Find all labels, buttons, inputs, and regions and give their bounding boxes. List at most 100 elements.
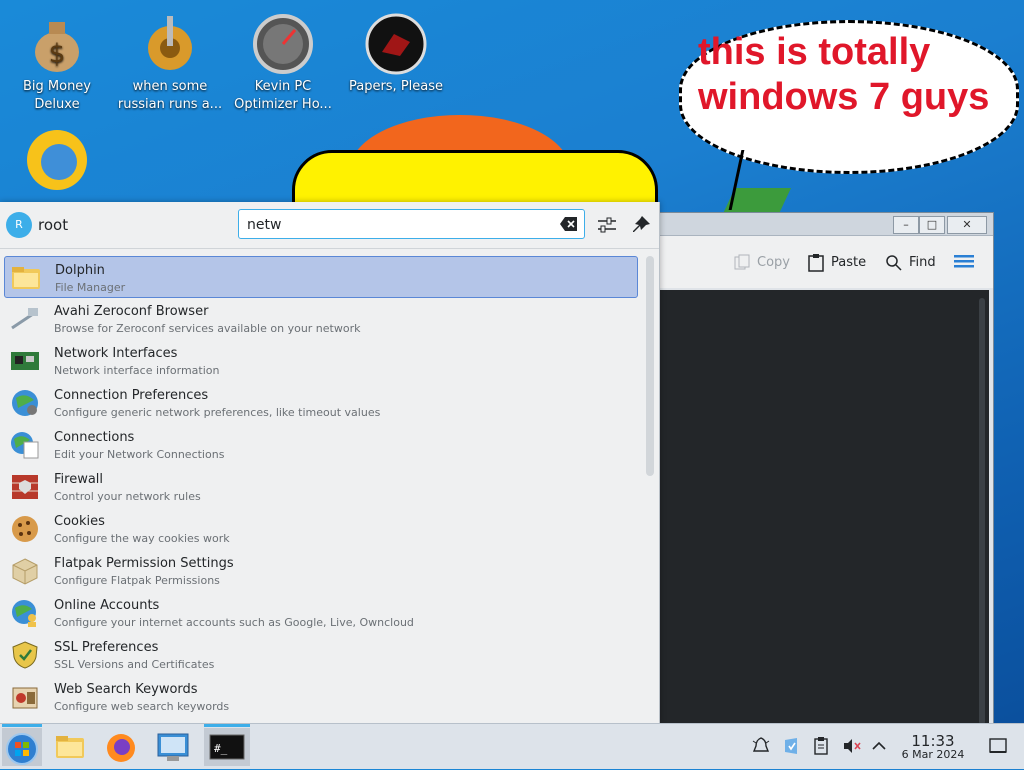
sun-globe-icon — [25, 128, 89, 192]
avatar[interactable]: R — [6, 212, 32, 238]
search-results-list: Dolphin File Manager Avahi Zeroconf Brow… — [4, 256, 638, 718]
list-item[interactable]: Avahi Zeroconf Browser Browse for Zeroco… — [4, 298, 638, 340]
pin-icon[interactable] — [630, 214, 652, 236]
result-name: Web Search Keywords — [54, 682, 198, 697]
list-item[interactable]: Connections Edit your Network Connection… — [4, 424, 638, 466]
paste-button[interactable]: Paste — [807, 252, 866, 274]
result-name: Avahi Zeroconf Browser — [54, 304, 209, 319]
search-icon — [885, 254, 903, 272]
copy-button[interactable]: Copy — [733, 252, 790, 274]
paste-label: Paste — [831, 255, 867, 270]
copy-label: Copy — [757, 255, 790, 270]
desktop-icon-russian[interactable]: when some russian runs a... — [115, 6, 225, 114]
minimize-button[interactable]: – — [893, 216, 919, 234]
desktop-icon-label: when some russian runs a... — [117, 79, 223, 112]
show-desktop-icon[interactable] — [988, 736, 1008, 756]
result-name: SSL Preferences — [54, 640, 159, 655]
list-item[interactable]: Flatpak Permission Settings Configure Fl… — [4, 550, 638, 592]
firewall-icon — [10, 472, 40, 502]
firefox-icon — [107, 734, 135, 762]
speedometer-icon — [251, 12, 315, 76]
konsole-window[interactable]: – □ ✕ Copy Paste Find — [640, 212, 994, 726]
result-description: Configure web search keywords — [54, 700, 230, 713]
copy-icon — [733, 254, 751, 272]
list-item[interactable]: Cookies Configure the way cookies work — [4, 508, 638, 550]
web-keywords-icon — [10, 682, 40, 712]
desktop-icon-label: Kevin PC Optimizer Ho... — [234, 79, 332, 112]
results-scrollbar[interactable] — [646, 256, 654, 476]
speech-bubble-text: this is totally windows 7 guys — [698, 31, 990, 118]
result-description: Edit your Network Connections — [54, 448, 225, 461]
list-item[interactable]: Network Interfaces Network interface inf… — [4, 340, 638, 382]
terminal-scrollbar[interactable] — [979, 298, 985, 725]
list-item[interactable]: Web Search Keywords Configure web search… — [4, 676, 638, 718]
folder-icon — [56, 736, 84, 758]
globe-gear-icon — [10, 388, 40, 418]
find-label: Find — [909, 255, 936, 270]
money-bag-icon: $ — [25, 12, 89, 76]
search-input[interactable] — [245, 214, 549, 236]
list-item[interactable]: Dolphin File Manager — [4, 256, 638, 298]
gear-icon — [138, 12, 202, 76]
paste-icon — [807, 253, 825, 272]
application-launcher: R root Dolphin File Manager Avahi Zeroco… — [0, 202, 660, 723]
chevron-up-icon[interactable] — [869, 736, 889, 756]
hamburger-menu-icon — [954, 255, 974, 274]
desktop-icon-label: Papers, Please — [348, 79, 444, 94]
desktop-icon-kevin-pc-optimizer[interactable]: Kevin PC Optimizer Ho... — [228, 6, 338, 114]
result-name: Connections — [54, 430, 135, 445]
globe-doc-icon — [10, 430, 40, 460]
folder-icon — [11, 263, 41, 293]
taskbar: #_ — [0, 723, 1024, 769]
konsole-toolbar: Copy Paste Find — [641, 236, 993, 288]
maximize-button[interactable]: □ — [919, 216, 945, 234]
list-item[interactable]: Connection Preferences Configure generic… — [4, 382, 638, 424]
result-description: Configure the way cookies work — [54, 532, 230, 545]
result-name: Firewall — [54, 472, 104, 487]
updates-icon[interactable] — [781, 736, 801, 756]
result-description: Configure your internet accounts such as… — [54, 616, 414, 629]
result-description: Network interface information — [54, 364, 220, 377]
desktop-icon-big-money-deluxe[interactable]: $ Big Money Deluxe — [2, 6, 112, 114]
svg-text:#_: #_ — [214, 742, 228, 755]
desktop-icon-papers-please[interactable]: Papers, Please — [341, 6, 451, 96]
clear-search-icon[interactable] — [560, 216, 578, 232]
launcher-header: R root — [0, 202, 659, 249]
search-box[interactable] — [238, 209, 585, 239]
notifications-icon[interactable] — [751, 736, 771, 756]
result-name: Cookies — [54, 514, 105, 529]
clipboard-icon[interactable] — [811, 736, 831, 756]
ssl-shield-icon — [10, 640, 40, 670]
window-titlebar[interactable]: – □ ✕ — [641, 213, 993, 236]
taskbar-firefox[interactable] — [101, 728, 141, 766]
windows-logo-icon — [6, 733, 38, 765]
taskbar-system-settings[interactable] — [153, 728, 193, 766]
result-name: Dolphin — [55, 263, 105, 278]
cookie-icon — [10, 514, 40, 544]
terminal-icon: #_ — [209, 734, 245, 760]
result-description: SSL Versions and Certificates — [54, 658, 215, 671]
desktop-icon-sun-globe[interactable] — [2, 122, 112, 194]
find-button[interactable]: Find — [885, 252, 936, 274]
taskbar-konsole[interactable]: #_ — [204, 724, 250, 766]
result-name: Network Interfaces — [54, 346, 178, 361]
network-card-icon — [10, 346, 40, 376]
terminal-area[interactable] — [659, 290, 989, 725]
papers-please-icon — [364, 12, 428, 76]
network-cable-icon — [10, 304, 40, 334]
list-item[interactable]: SSL Preferences SSL Versions and Certifi… — [4, 634, 638, 676]
hamburger-menu-button[interactable] — [954, 252, 976, 274]
taskbar-file-manager[interactable] — [50, 728, 90, 766]
result-name: Online Accounts — [54, 598, 160, 613]
clock-date[interactable]: 6 Mar 2024 — [894, 748, 972, 761]
svg-text:$: $ — [49, 39, 66, 69]
application-menu-button[interactable] — [2, 724, 42, 766]
list-item[interactable]: Online Accounts Configure your internet … — [4, 592, 638, 634]
result-description: Browse for Zeroconf services available o… — [54, 322, 361, 335]
result-description: Configure Flatpak Permissions — [54, 574, 220, 587]
list-item[interactable]: Firewall Control your network rules — [4, 466, 638, 508]
close-button[interactable]: ✕ — [947, 216, 987, 234]
username-label: root — [38, 216, 69, 234]
volume-muted-icon[interactable] — [841, 736, 861, 756]
configure-icon[interactable] — [596, 214, 618, 236]
